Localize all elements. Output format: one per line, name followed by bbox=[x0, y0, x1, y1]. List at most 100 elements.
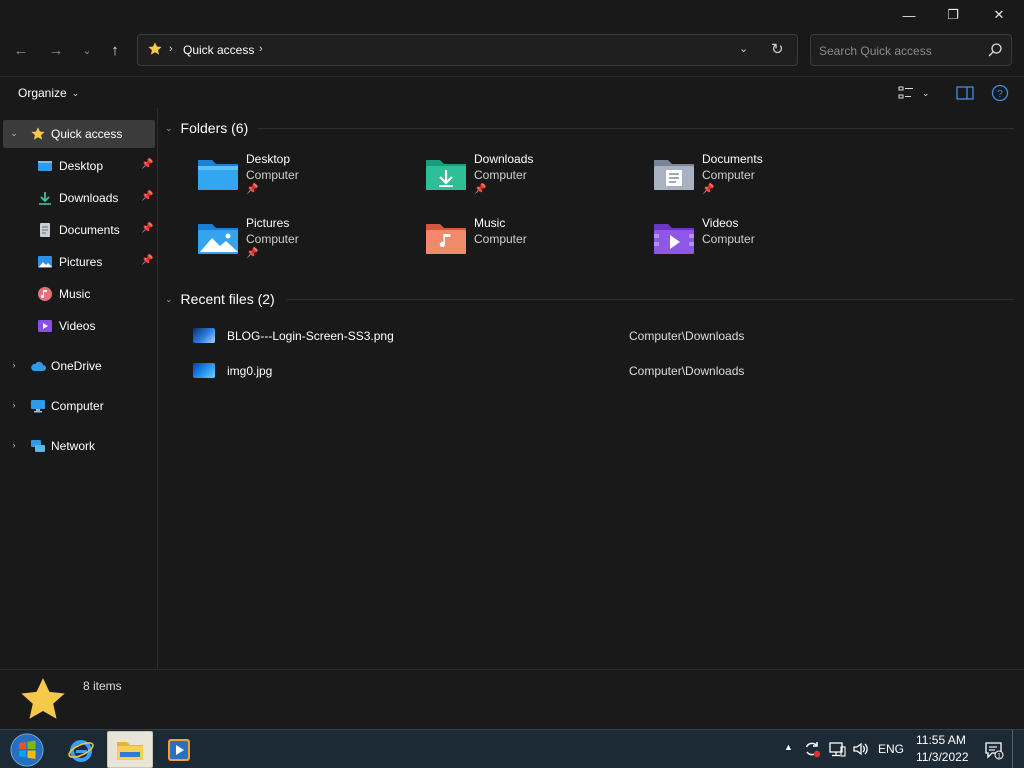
star-icon bbox=[21, 678, 65, 719]
volume-icon[interactable] bbox=[852, 740, 870, 758]
start-button-icon[interactable] bbox=[8, 732, 46, 768]
sidebar-item-label: OneDrive bbox=[51, 359, 102, 373]
file-location: Computer\Downloads bbox=[629, 364, 745, 378]
back-button[interactable]: ← bbox=[7, 36, 35, 64]
notifications-icon[interactable]: 1 bbox=[984, 740, 1004, 760]
downloads-icon bbox=[39, 192, 51, 205]
star-icon bbox=[148, 42, 162, 55]
input-language-indicator[interactable]: ENG bbox=[878, 742, 904, 756]
folder-tile-pictures[interactable]: Pictures Computer 📌 bbox=[196, 216, 416, 272]
layout-options-button[interactable]: ⌄ bbox=[898, 83, 938, 103]
search-input[interactable] bbox=[819, 42, 979, 60]
chevron-right-icon[interactable]: › bbox=[9, 400, 19, 410]
system-tray: ▲ ENG 11:55 AM 11/3/2022 1 bbox=[780, 730, 1024, 768]
sidebar-item-label: Network bbox=[51, 439, 96, 453]
command-bar: Organize ⌄ ⌄ ? bbox=[0, 76, 1024, 108]
chevron-down-icon: ⌄ bbox=[71, 87, 80, 98]
maximize-button[interactable]: ❐ bbox=[930, 0, 976, 30]
sidebar-item-music[interactable]: Music bbox=[3, 280, 155, 308]
image-thumbnail-icon bbox=[193, 363, 215, 378]
search-icon[interactable] bbox=[986, 41, 1004, 59]
image-thumbnail-icon bbox=[193, 328, 215, 343]
recent-files-group-header[interactable]: ⌄ Recent files (2) bbox=[165, 288, 275, 310]
help-icon[interactable]: ? bbox=[990, 83, 1010, 103]
search-box[interactable] bbox=[810, 34, 1012, 66]
preview-pane-icon[interactable] bbox=[955, 83, 975, 103]
breadcrumb-separator[interactable]: › bbox=[259, 43, 263, 55]
chevron-down-icon: ⌄ bbox=[165, 122, 173, 133]
recent-file-row[interactable]: img0.jpg Computer\Downloads bbox=[189, 359, 989, 383]
folder-tile-desktop[interactable]: Desktop Computer 📌 bbox=[196, 152, 416, 208]
address-dropdown-button[interactable]: ⌄ bbox=[739, 42, 748, 55]
folder-location: Computer bbox=[246, 168, 299, 182]
forward-button[interactable]: → bbox=[42, 36, 70, 64]
network-icon bbox=[31, 440, 45, 452]
organize-button[interactable]: Organize ⌄ bbox=[12, 83, 85, 103]
sidebar-item-computer[interactable]: › Computer bbox=[3, 392, 155, 420]
up-button[interactable]: ↑ bbox=[101, 36, 129, 64]
title-bar: — ❐ ✕ bbox=[0, 0, 1024, 30]
recent-file-row[interactable]: BLOG---Login-Screen-SS3.png Computer\Dow… bbox=[189, 324, 989, 348]
sidebar-item-label: Desktop bbox=[59, 159, 104, 173]
sidebar-item-desktop[interactable]: Desktop 📌 bbox=[3, 152, 155, 180]
chevron-down-icon: ⌄ bbox=[165, 293, 173, 304]
folder-name: Desktop bbox=[246, 152, 291, 166]
folder-name: Videos bbox=[702, 216, 739, 230]
taskbar-file-explorer[interactable] bbox=[107, 731, 153, 768]
folder-tile-documents[interactable]: Documents Computer 📌 bbox=[652, 152, 872, 208]
music-icon bbox=[38, 287, 52, 301]
breadcrumb-separator[interactable]: › bbox=[169, 43, 173, 55]
onedrive-icon bbox=[31, 361, 46, 371]
close-button[interactable]: ✕ bbox=[976, 0, 1022, 30]
media-player-icon bbox=[168, 738, 190, 761]
folder-tile-videos[interactable]: Videos Computer bbox=[652, 216, 872, 272]
folder-tile-downloads[interactable]: Downloads Computer 📌 bbox=[424, 152, 644, 208]
address-bar[interactable]: › Quick access › ⌄ ↻ bbox=[137, 34, 798, 66]
breadcrumb-quick-access[interactable]: Quick access bbox=[183, 43, 254, 57]
clock-time[interactable]: 11:55 AM bbox=[916, 733, 966, 747]
sidebar-item-label: Music bbox=[59, 287, 91, 301]
network-status-icon[interactable] bbox=[828, 740, 846, 758]
sidebar-item-onedrive[interactable]: › OneDrive bbox=[3, 352, 155, 380]
show-desktop-button[interactable] bbox=[1012, 730, 1022, 768]
folder-tile-music[interactable]: Music Computer bbox=[424, 216, 644, 272]
taskbar: ▲ ENG 11:55 AM 11/3/2022 1 bbox=[0, 729, 1024, 768]
file-name: BLOG---Login-Screen-SS3.png bbox=[227, 329, 394, 343]
sidebar-item-label: Videos bbox=[59, 319, 96, 333]
folder-location: Computer bbox=[474, 168, 527, 182]
internet-explorer-icon bbox=[68, 739, 94, 762]
minimize-button[interactable]: — bbox=[886, 0, 932, 30]
svg-text:?: ? bbox=[997, 89, 1003, 100]
sync-icon[interactable] bbox=[803, 740, 821, 758]
sidebar-item-label: Pictures bbox=[59, 255, 103, 269]
sidebar-item-label: Documents bbox=[59, 223, 120, 237]
item-count: 8 items bbox=[83, 679, 122, 693]
chevron-right-icon[interactable]: › bbox=[9, 360, 19, 370]
pin-icon: 📌 bbox=[702, 184, 715, 195]
group-divider bbox=[287, 299, 1014, 300]
organize-label: Organize bbox=[18, 86, 67, 100]
folder-location: Computer bbox=[702, 232, 755, 246]
clock-date[interactable]: 11/3/2022 bbox=[916, 750, 969, 764]
recent-locations-button[interactable]: ⌄ bbox=[73, 36, 101, 64]
chevron-down-icon: ⌄ bbox=[922, 87, 930, 98]
taskbar-internet-explorer[interactable] bbox=[58, 731, 104, 768]
sidebar-item-quick-access[interactable]: ⌄ Quick access bbox=[3, 120, 155, 148]
pictures-icon bbox=[38, 256, 52, 268]
taskbar-media-player[interactable] bbox=[156, 731, 202, 768]
downloads-folder-icon bbox=[426, 160, 466, 190]
navigation-pane: ⌄ Quick access Desktop 📌 Downloads 📌 Doc… bbox=[0, 108, 158, 669]
notification-count: 1 bbox=[997, 753, 1001, 760]
sidebar-item-documents[interactable]: Documents 📌 bbox=[3, 216, 155, 244]
navigation-row: ← → ⌄ ↑ › Quick access › ⌄ ↻ bbox=[0, 30, 1024, 70]
sidebar-item-network[interactable]: › Network bbox=[3, 432, 155, 460]
chevron-down-icon[interactable]: ⌄ bbox=[9, 128, 19, 139]
sidebar-item-pictures[interactable]: Pictures 📌 bbox=[3, 248, 155, 276]
sidebar-item-downloads[interactable]: Downloads 📌 bbox=[3, 184, 155, 212]
sidebar-item-videos[interactable]: Videos bbox=[3, 312, 155, 340]
folder-name: Documents bbox=[702, 152, 763, 166]
folders-group-header[interactable]: ⌄ Folders (6) bbox=[165, 117, 248, 139]
chevron-right-icon[interactable]: › bbox=[9, 440, 19, 450]
refresh-button[interactable]: ↻ bbox=[771, 40, 784, 58]
show-hidden-icons-button[interactable]: ▲ bbox=[784, 742, 793, 752]
